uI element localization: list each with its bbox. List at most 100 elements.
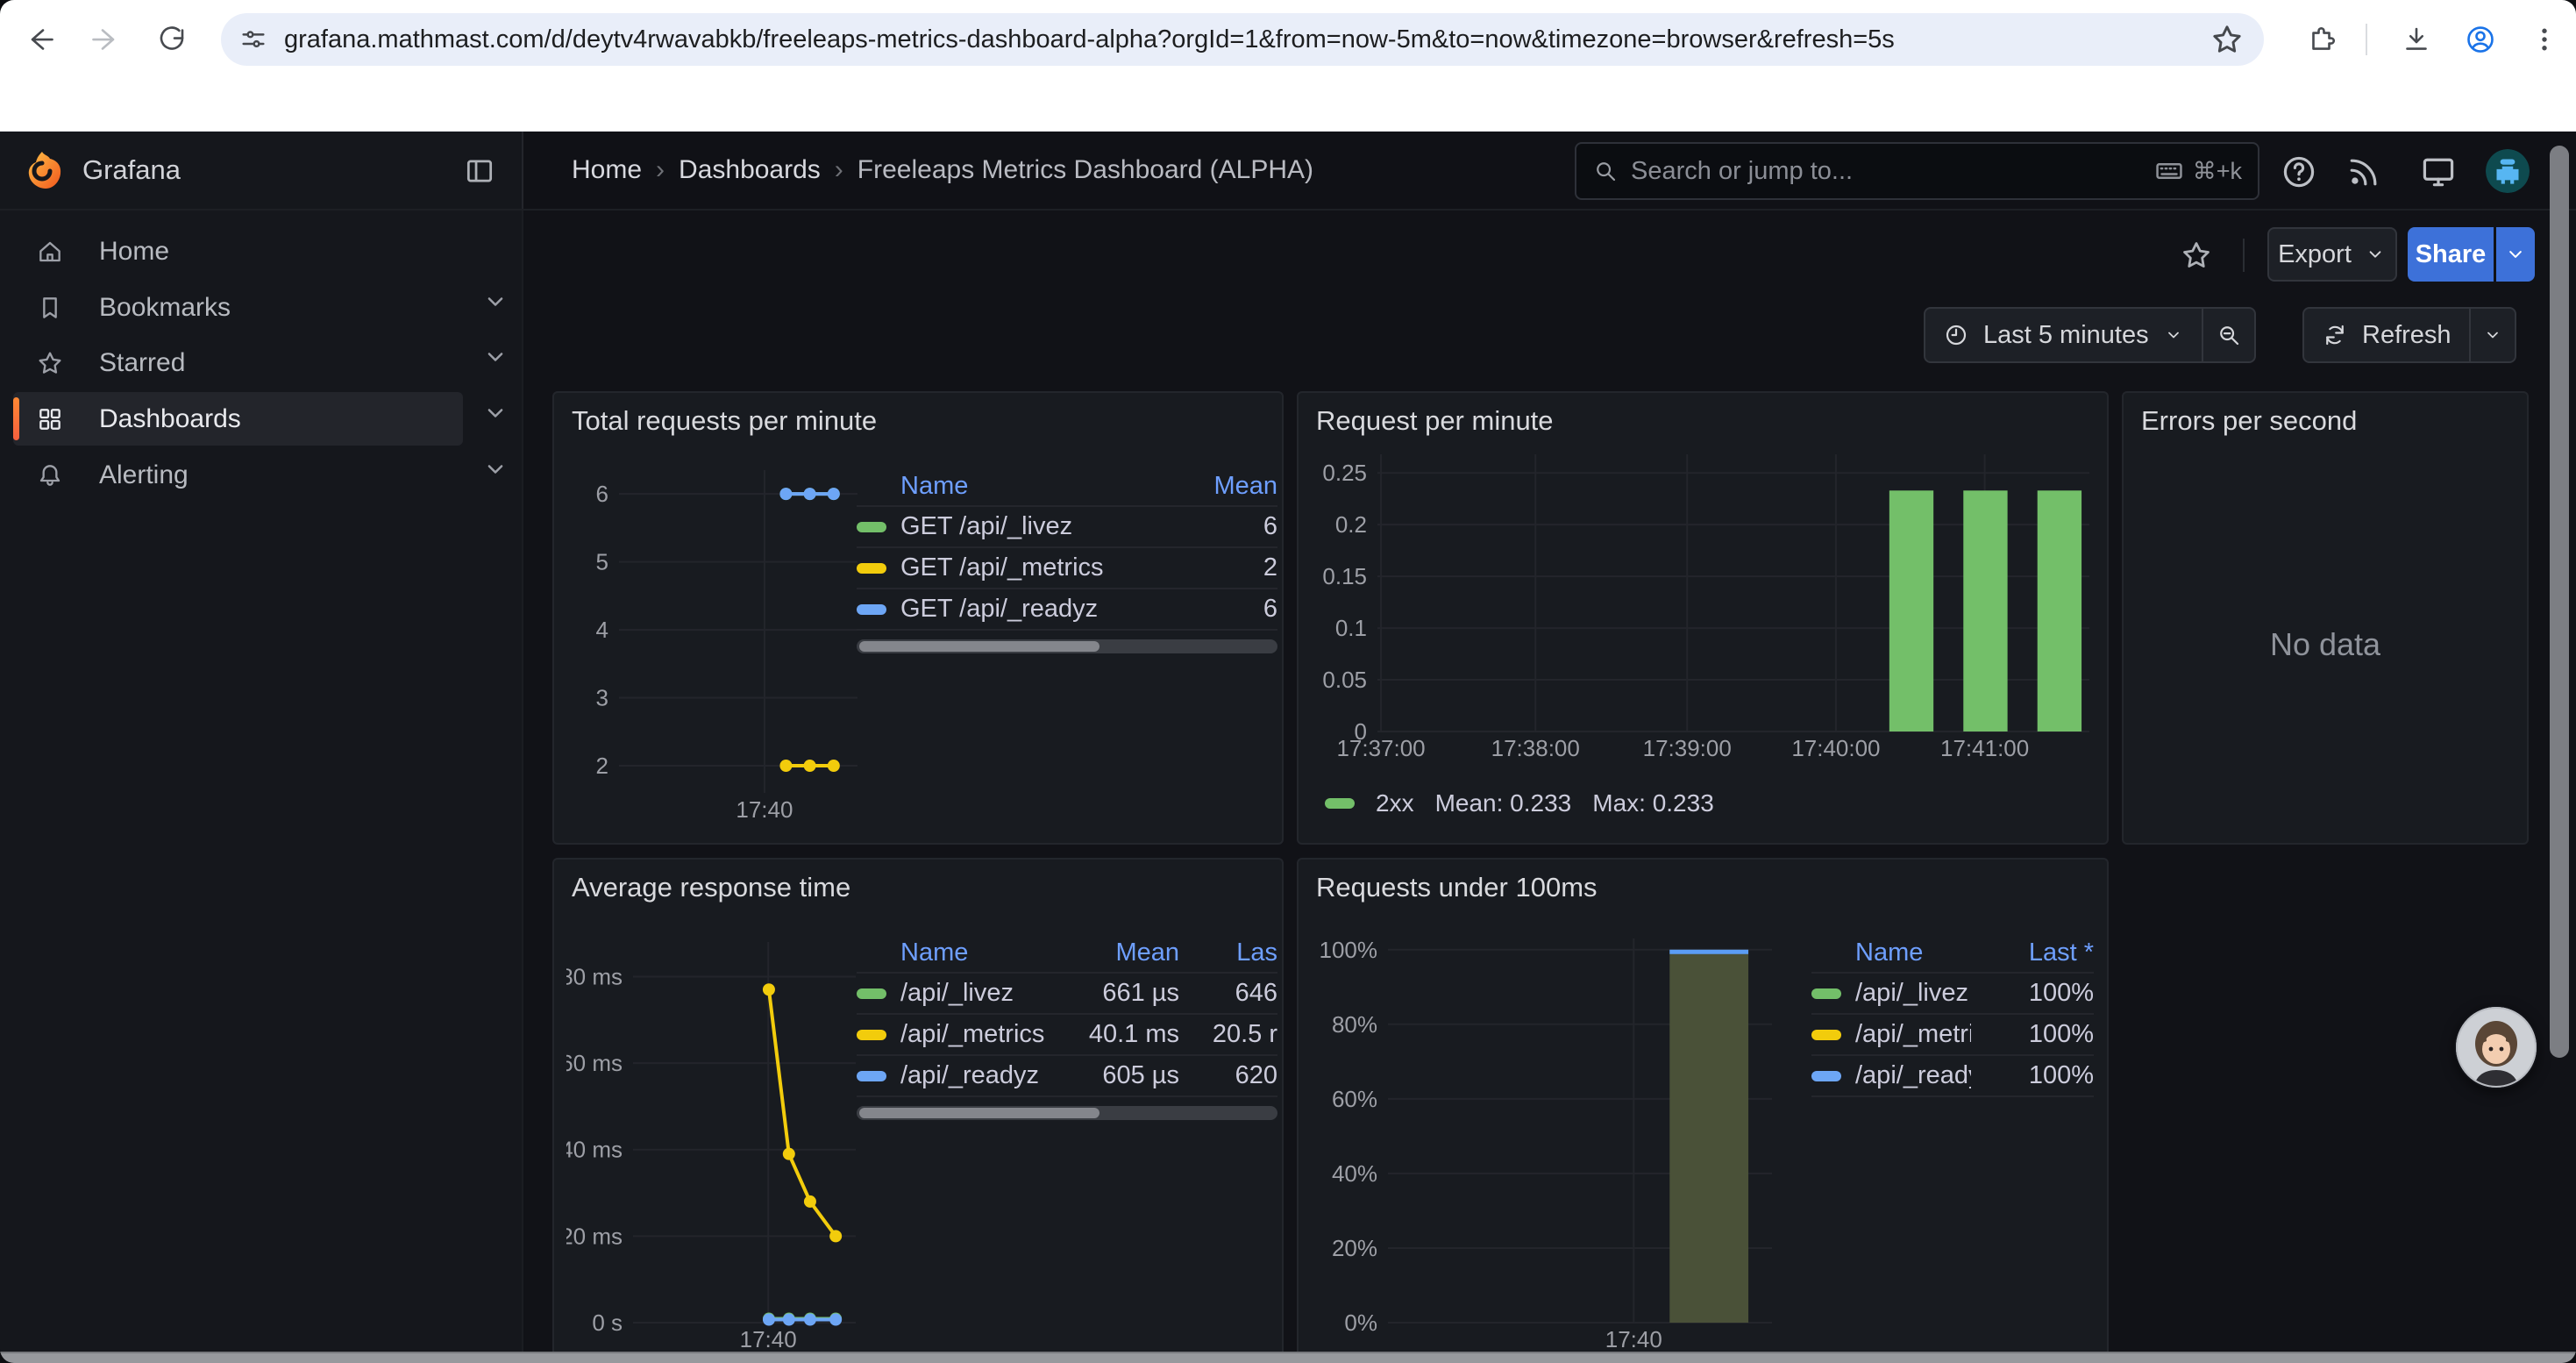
table-scrollbar[interactable] — [857, 639, 1277, 653]
bookmark-icon — [36, 294, 64, 322]
breadcrumb-dashboards[interactable]: Dashboards — [679, 155, 821, 185]
legend-series-name[interactable]: 2xx — [1376, 789, 1414, 817]
chevron-down-icon — [2503, 242, 2528, 267]
table-row[interactable]: GET /api/_readyz6 — [857, 589, 1277, 631]
column-header[interactable]: Name — [857, 472, 1181, 501]
series-color-pill — [857, 1030, 886, 1040]
forward-button[interactable] — [81, 15, 130, 64]
sidebar-item-label: Home — [99, 237, 169, 267]
timeseries-chart[interactable]: 80 ms60 ms40 ms20 ms0 s17:40 — [566, 933, 861, 1352]
assistant-avatar[interactable] — [2454, 1005, 2538, 1089]
reload-button[interactable] — [147, 15, 196, 64]
table-scrollbar-thumb[interactable] — [859, 1108, 1099, 1118]
breadcrumb-home[interactable]: Home — [572, 155, 642, 185]
table-scrollbar[interactable] — [857, 1106, 1277, 1120]
no-data-message: No data — [2124, 626, 2527, 663]
table-row[interactable]: /api/_metrics40.1 ms20.5 r — [857, 1015, 1277, 1056]
column-header[interactable]: Las — [1179, 938, 1277, 967]
svg-text:40%: 40% — [1332, 1160, 1377, 1187]
table-row[interactable]: /api/_livez661 µs646 — [857, 974, 1277, 1015]
sidebar-item-bookmarks[interactable]: Bookmarks — [13, 281, 463, 334]
refresh-interval-button[interactable] — [2471, 309, 2515, 361]
table-row[interactable]: /api/_readyz605 µs620 — [857, 1056, 1277, 1097]
profile-button[interactable] — [2456, 15, 2505, 64]
sidebar-item-dashboards[interactable]: Dashboards — [13, 392, 463, 446]
table-row[interactable]: GET /api/_livez6 — [857, 507, 1277, 548]
sidebar-item-alerting[interactable]: Alerting — [13, 448, 463, 502]
sidebar-item-starred[interactable]: Starred — [13, 336, 463, 389]
panel-title[interactable]: Average response time — [572, 872, 850, 903]
horizontal-scrollbar[interactable] — [0, 1352, 2576, 1363]
sidebar-item-label: Bookmarks — [99, 293, 231, 323]
panel-title[interactable]: Request per minute — [1316, 405, 1554, 437]
table-row[interactable]: GET /api/_metrics2 — [857, 548, 1277, 589]
dock-menu-icon[interactable] — [463, 154, 496, 188]
export-button[interactable]: Export — [2267, 227, 2397, 282]
puzzle-icon — [2304, 24, 2336, 55]
series-value: 620 — [1179, 1061, 1277, 1090]
display-button[interactable] — [2419, 153, 2458, 191]
refresh-button[interactable]: Refresh — [2304, 309, 2469, 361]
chart-legend[interactable]: 2xx Mean: 0.233 Max: 0.233 — [1325, 789, 1714, 817]
column-header[interactable]: Mean — [1048, 938, 1179, 967]
column-header[interactable]: Last * — [1971, 938, 2094, 967]
url-bar[interactable]: grafana.mathmast.com/d/deytv4rwavabkb/fr… — [221, 13, 2264, 66]
svg-text:80 ms: 80 ms — [566, 963, 623, 989]
chevron-down-icon — [2163, 325, 2184, 346]
bar-chart[interactable]: 0.250.20.150.10.05017:37:0017:38:0017:39… — [1313, 446, 2095, 761]
panel-title[interactable]: Errors per second — [2141, 405, 2357, 437]
breadcrumb: Home › Dashboards › Freeleaps Metrics Da… — [572, 155, 1313, 185]
series-value: 6 — [1181, 595, 1277, 624]
help-button[interactable] — [2280, 153, 2318, 191]
series-color-pill — [857, 604, 886, 615]
series-value: 100% — [1971, 1020, 2094, 1049]
legend-max: Max: 0.233 — [1592, 789, 1714, 817]
back-button[interactable] — [16, 15, 65, 64]
chevron-down-icon[interactable] — [480, 398, 510, 428]
share-dropdown-button[interactable] — [2496, 227, 2535, 282]
svg-text:2: 2 — [596, 753, 608, 779]
favorite-star-icon[interactable] — [2180, 239, 2213, 272]
news-button[interactable] — [2345, 153, 2383, 191]
chevron-down-icon[interactable] — [480, 454, 510, 484]
time-range-button[interactable]: Last 5 minutes — [1925, 309, 2202, 361]
bookmark-star-icon[interactable] — [2210, 22, 2245, 57]
bar-chart[interactable]: 100%80%60%40%20%0%17:40 — [1313, 930, 1777, 1352]
search-box[interactable]: ⌘+k — [1575, 142, 2259, 200]
timeseries-chart[interactable]: 6543217:40 — [568, 461, 863, 823]
extensions-button[interactable] — [2295, 15, 2345, 64]
chevron-down-icon[interactable] — [480, 287, 510, 317]
table-row[interactable]: /api/_readyz100% — [1811, 1056, 2094, 1097]
zoom-out-button[interactable] — [2203, 309, 2254, 361]
grafana-logo-icon[interactable] — [21, 149, 63, 191]
browser-menu-button[interactable] — [2520, 15, 2569, 64]
column-header[interactable]: Mean — [1181, 472, 1277, 501]
browser-toolbar: grafana.mathmast.com/d/deytv4rwavabkb/fr… — [0, 0, 2576, 79]
star-icon — [36, 349, 64, 377]
series-name: /api/_metrics — [900, 1020, 1044, 1049]
share-button[interactable]: Share — [2408, 227, 2494, 282]
url-text[interactable]: grafana.mathmast.com/d/deytv4rwavabkb/fr… — [284, 25, 2210, 54]
shortcut-text: ⌘+k — [2193, 158, 2242, 185]
svg-text:20 ms: 20 ms — [566, 1223, 623, 1249]
search-input[interactable] — [1631, 157, 2154, 186]
chevron-down-icon[interactable] — [480, 342, 510, 372]
series-name: GET /api/_livez — [900, 512, 1072, 541]
arrow-right-icon — [89, 24, 121, 55]
reload-icon — [156, 24, 188, 55]
downloads-button[interactable] — [2392, 15, 2441, 64]
series-value: 2 — [1181, 553, 1277, 582]
user-avatar[interactable] — [2486, 149, 2530, 193]
legend-table: NameLast * /api/_livez100%/api/_metrics10… — [1811, 933, 2094, 1097]
panel-title[interactable]: Total requests per minute — [572, 405, 877, 437]
vertical-scrollbar[interactable] — [2550, 146, 2569, 1058]
column-header[interactable]: Name — [1811, 938, 1971, 967]
sidebar-item-home[interactable]: Home — [13, 225, 463, 278]
table-row[interactable]: /api/_metrics100% — [1811, 1015, 2094, 1056]
panel-title[interactable]: Requests under 100ms — [1316, 872, 1598, 903]
table-scrollbar-thumb[interactable] — [859, 641, 1099, 652]
table-row[interactable]: /api/_livez100% — [1811, 974, 2094, 1015]
grafana-brand: Grafana — [82, 154, 181, 186]
site-info-icon[interactable] — [238, 25, 268, 54]
column-header[interactable]: Name — [857, 938, 1048, 967]
